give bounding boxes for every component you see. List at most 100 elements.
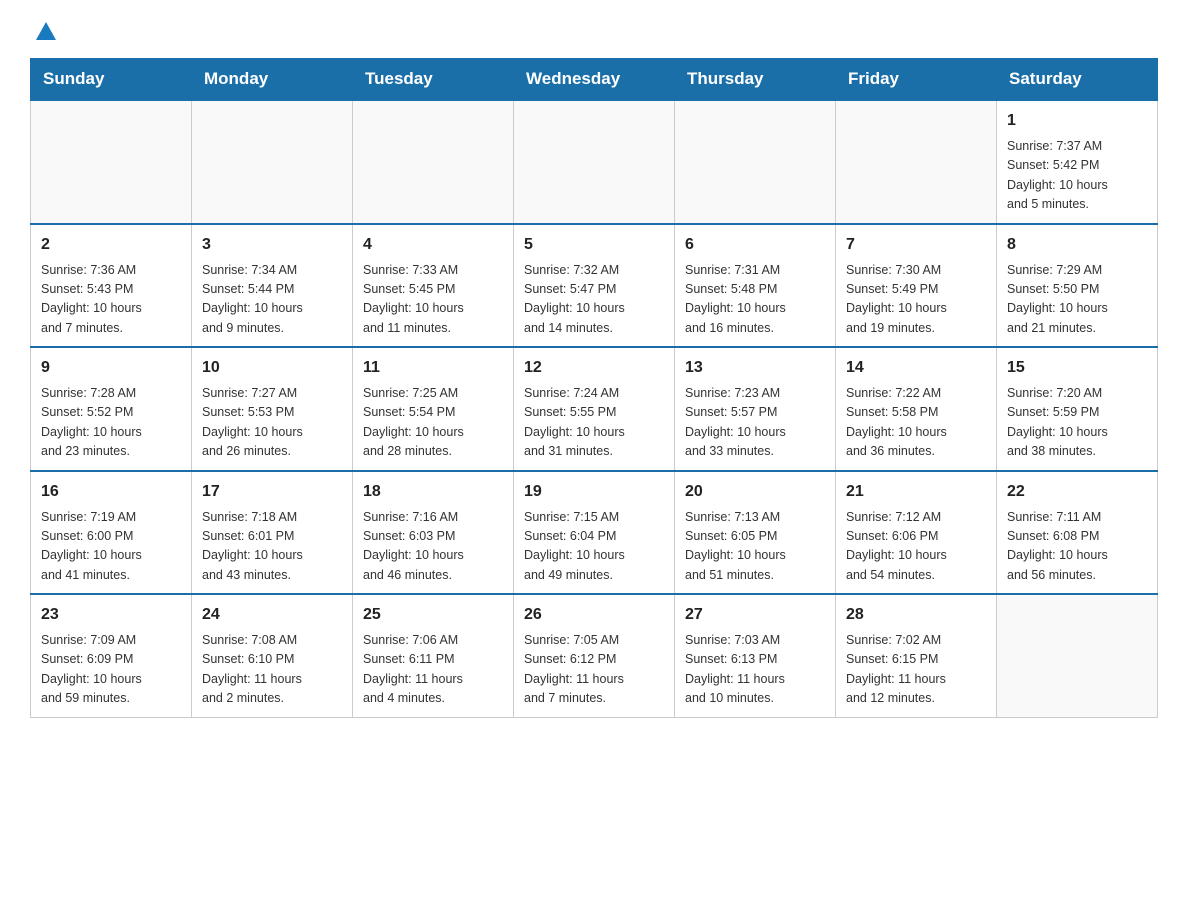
calendar-cell: 4 Sunrise: 7:33 AMSunset: 5:45 PMDaylight… <box>353 224 514 348</box>
day-number: 7 <box>846 233 986 257</box>
day-info: Sunrise: 7:24 AMSunset: 5:55 PMDaylight:… <box>524 384 664 462</box>
day-number: 8 <box>1007 233 1147 257</box>
calendar-cell: 19 Sunrise: 7:15 AMSunset: 6:04 PMDayligh… <box>514 471 675 595</box>
day-info: Sunrise: 7:29 AMSunset: 5:50 PMDaylight:… <box>1007 261 1147 339</box>
day-number: 2 <box>41 233 181 257</box>
column-header-friday: Friday <box>836 59 997 101</box>
day-number: 13 <box>685 356 825 380</box>
day-number: 3 <box>202 233 342 257</box>
column-header-saturday: Saturday <box>997 59 1158 101</box>
calendar-cell: 2Sunrise: 7:36 AMSunset: 5:43 PMDaylight… <box>31 224 192 348</box>
calendar-cell: 15 Sunrise: 7:20 AMSunset: 5:59 PMDayligh… <box>997 347 1158 471</box>
day-info: Sunrise: 7:20 AMSunset: 5:59 PMDaylight:… <box>1007 384 1147 462</box>
calendar-cell: 16 Sunrise: 7:19 AMSunset: 6:00 PMDayligh… <box>31 471 192 595</box>
day-number: 6 <box>685 233 825 257</box>
logo <box>30 20 60 38</box>
calendar-table: SundayMondayTuesdayWednesdayThursdayFrid… <box>30 58 1158 718</box>
day-number: 27 <box>685 603 825 627</box>
day-number: 18 <box>363 480 503 504</box>
day-info: Sunrise: 7:08 AMSunset: 6:10 PMDaylight:… <box>202 631 342 709</box>
day-info: Sunrise: 7:12 AMSunset: 6:06 PMDaylight:… <box>846 508 986 586</box>
day-info: Sunrise: 7:30 AMSunset: 5:49 PMDaylight:… <box>846 261 986 339</box>
day-number: 28 <box>846 603 986 627</box>
calendar-cell: 11 Sunrise: 7:25 AMSunset: 5:54 PMDayligh… <box>353 347 514 471</box>
column-header-thursday: Thursday <box>675 59 836 101</box>
day-number: 20 <box>685 480 825 504</box>
day-info: Sunrise: 7:25 AMSunset: 5:54 PMDaylight:… <box>363 384 503 462</box>
day-info: Sunrise: 7:16 AMSunset: 6:03 PMDaylight:… <box>363 508 503 586</box>
calendar-cell: 22 Sunrise: 7:11 AMSunset: 6:08 PMDayligh… <box>997 471 1158 595</box>
calendar-cell: 5Sunrise: 7:32 AMSunset: 5:47 PMDaylight… <box>514 224 675 348</box>
day-number: 23 <box>41 603 181 627</box>
day-info: Sunrise: 7:28 AMSunset: 5:52 PMDaylight:… <box>41 384 181 462</box>
calendar-cell: 26 Sunrise: 7:05 AMSunset: 6:12 PMDayligh… <box>514 594 675 717</box>
day-info: Sunrise: 7:18 AMSunset: 6:01 PMDaylight:… <box>202 508 342 586</box>
day-info: Sunrise: 7:37 AMSunset: 5:42 PMDaylight:… <box>1007 137 1147 215</box>
calendar-cell: 28 Sunrise: 7:02 AMSunset: 6:15 PMDayligh… <box>836 594 997 717</box>
page-header <box>30 20 1158 38</box>
calendar-cell: 17 Sunrise: 7:18 AMSunset: 6:01 PMDayligh… <box>192 471 353 595</box>
day-info: Sunrise: 7:02 AMSunset: 6:15 PMDaylight:… <box>846 631 986 709</box>
column-header-wednesday: Wednesday <box>514 59 675 101</box>
day-info: Sunrise: 7:31 AMSunset: 5:48 PMDaylight:… <box>685 261 825 339</box>
calendar-cell <box>31 100 192 224</box>
week-row-1: 1 Sunrise: 7:37 AMSunset: 5:42 PMDaylight… <box>31 100 1158 224</box>
calendar-cell: 25 Sunrise: 7:06 AMSunset: 6:11 PMDayligh… <box>353 594 514 717</box>
calendar-cell: 18 Sunrise: 7:16 AMSunset: 6:03 PMDayligh… <box>353 471 514 595</box>
calendar-cell: 21Sunrise: 7:12 AMSunset: 6:06 PMDayligh… <box>836 471 997 595</box>
column-header-monday: Monday <box>192 59 353 101</box>
week-row-4: 16 Sunrise: 7:19 AMSunset: 6:00 PMDayligh… <box>31 471 1158 595</box>
calendar-cell: 24 Sunrise: 7:08 AMSunset: 6:10 PMDayligh… <box>192 594 353 717</box>
calendar-cell <box>192 100 353 224</box>
calendar-header-row: SundayMondayTuesdayWednesdayThursdayFrid… <box>31 59 1158 101</box>
calendar-cell <box>836 100 997 224</box>
day-number: 14 <box>846 356 986 380</box>
logo-triangle-icon <box>32 16 60 44</box>
calendar-cell: 14 Sunrise: 7:22 AMSunset: 5:58 PMDayligh… <box>836 347 997 471</box>
calendar-cell: 10 Sunrise: 7:27 AMSunset: 5:53 PMDayligh… <box>192 347 353 471</box>
day-info: Sunrise: 7:15 AMSunset: 6:04 PMDaylight:… <box>524 508 664 586</box>
day-number: 26 <box>524 603 664 627</box>
day-info: Sunrise: 7:23 AMSunset: 5:57 PMDaylight:… <box>685 384 825 462</box>
calendar-cell: 23Sunrise: 7:09 AMSunset: 6:09 PMDayligh… <box>31 594 192 717</box>
calendar-cell: 6 Sunrise: 7:31 AMSunset: 5:48 PMDaylight… <box>675 224 836 348</box>
calendar-cell: 13 Sunrise: 7:23 AMSunset: 5:57 PMDayligh… <box>675 347 836 471</box>
day-number: 4 <box>363 233 503 257</box>
day-info: Sunrise: 7:33 AMSunset: 5:45 PMDaylight:… <box>363 261 503 339</box>
day-info: Sunrise: 7:03 AMSunset: 6:13 PMDaylight:… <box>685 631 825 709</box>
day-number: 10 <box>202 356 342 380</box>
day-info: Sunrise: 7:22 AMSunset: 5:58 PMDaylight:… <box>846 384 986 462</box>
week-row-3: 9 Sunrise: 7:28 AMSunset: 5:52 PMDaylight… <box>31 347 1158 471</box>
calendar-cell: 8 Sunrise: 7:29 AMSunset: 5:50 PMDaylight… <box>997 224 1158 348</box>
column-header-tuesday: Tuesday <box>353 59 514 101</box>
calendar-cell: 27 Sunrise: 7:03 AMSunset: 6:13 PMDayligh… <box>675 594 836 717</box>
week-row-5: 23Sunrise: 7:09 AMSunset: 6:09 PMDayligh… <box>31 594 1158 717</box>
calendar-cell: 9 Sunrise: 7:28 AMSunset: 5:52 PMDaylight… <box>31 347 192 471</box>
day-number: 25 <box>363 603 503 627</box>
day-info: Sunrise: 7:13 AMSunset: 6:05 PMDaylight:… <box>685 508 825 586</box>
calendar-cell: 3 Sunrise: 7:34 AMSunset: 5:44 PMDaylight… <box>192 224 353 348</box>
calendar-cell: 7 Sunrise: 7:30 AMSunset: 5:49 PMDaylight… <box>836 224 997 348</box>
day-number: 16 <box>41 480 181 504</box>
day-number: 19 <box>524 480 664 504</box>
day-number: 12 <box>524 356 664 380</box>
day-number: 24 <box>202 603 342 627</box>
day-info: Sunrise: 7:11 AMSunset: 6:08 PMDaylight:… <box>1007 508 1147 586</box>
day-number: 1 <box>1007 109 1147 133</box>
day-info: Sunrise: 7:06 AMSunset: 6:11 PMDaylight:… <box>363 631 503 709</box>
day-info: Sunrise: 7:34 AMSunset: 5:44 PMDaylight:… <box>202 261 342 339</box>
day-number: 15 <box>1007 356 1147 380</box>
calendar-cell <box>514 100 675 224</box>
day-number: 9 <box>41 356 181 380</box>
calendar-cell <box>353 100 514 224</box>
day-info: Sunrise: 7:27 AMSunset: 5:53 PMDaylight:… <box>202 384 342 462</box>
day-info: Sunrise: 7:19 AMSunset: 6:00 PMDaylight:… <box>41 508 181 586</box>
calendar-cell: 1 Sunrise: 7:37 AMSunset: 5:42 PMDaylight… <box>997 100 1158 224</box>
column-header-sunday: Sunday <box>31 59 192 101</box>
day-number: 17 <box>202 480 342 504</box>
day-info: Sunrise: 7:05 AMSunset: 6:12 PMDaylight:… <box>524 631 664 709</box>
day-number: 22 <box>1007 480 1147 504</box>
day-number: 11 <box>363 356 503 380</box>
calendar-cell: 20 Sunrise: 7:13 AMSunset: 6:05 PMDayligh… <box>675 471 836 595</box>
day-number: 5 <box>524 233 664 257</box>
